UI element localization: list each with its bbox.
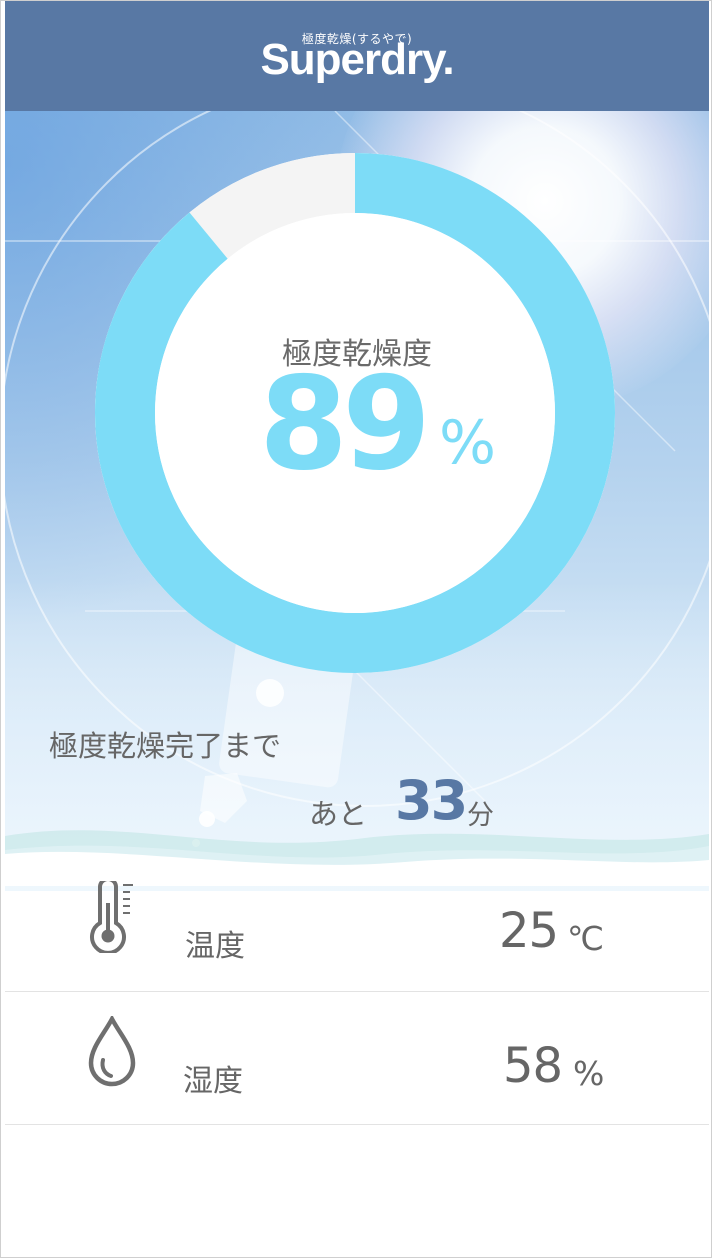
logo: Superdry. xyxy=(260,35,454,84)
remaining-label: 極度乾燥完了まで xyxy=(49,729,282,763)
temperature-value: 25 xyxy=(499,903,559,959)
humidity-row: 湿度 58 % xyxy=(5,991,709,1125)
humidity-label: 湿度 xyxy=(183,1064,243,1099)
gauge-unit: % xyxy=(439,408,497,478)
gauge-value: 89 xyxy=(259,350,431,499)
app-frame: 極度乾燥(するやで) Superdry. 極度乾燥度 89 % 極度乾燥完了まで… xyxy=(0,0,712,1258)
temperature-row: 温度 25 ℃ xyxy=(5,859,709,991)
temperature-unit: ℃ xyxy=(567,919,605,958)
app-header: 極度乾燥(するやで) Superdry. xyxy=(5,1,709,111)
temperature-label: 温度 xyxy=(185,929,245,964)
humidity-unit: % xyxy=(573,1054,605,1093)
humidity-value: 58 xyxy=(503,1038,563,1094)
thermometer-icon xyxy=(90,881,133,953)
water-drop-icon xyxy=(88,1016,136,1087)
